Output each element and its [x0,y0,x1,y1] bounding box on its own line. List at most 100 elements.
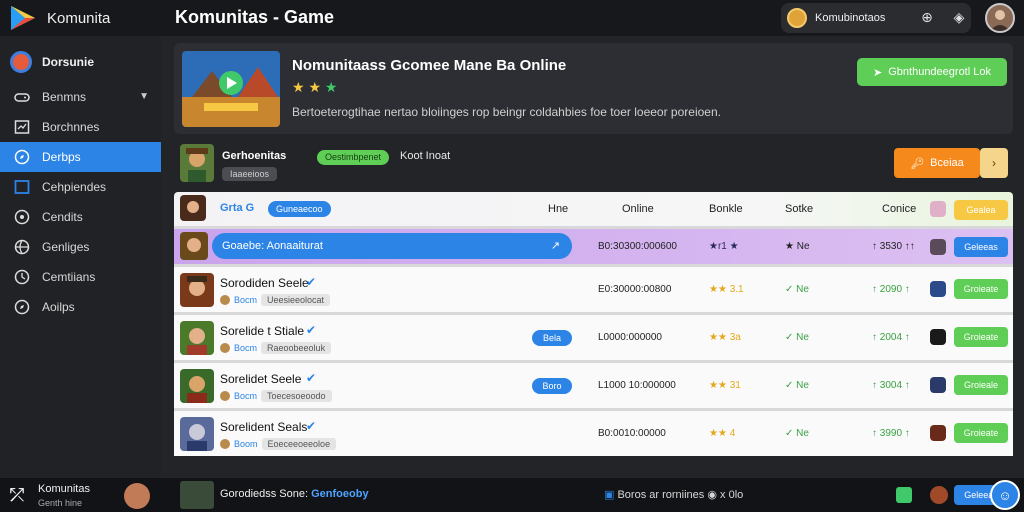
row-sub: Bocm [234,295,258,305]
avatar[interactable] [124,483,150,509]
column-header[interactable]: Conice [882,203,916,215]
row-time: B0:30300:000600 [598,241,677,252]
sidebar-item-derbps[interactable]: Derbps [0,142,161,172]
group-thumbnail[interactable] [180,144,214,182]
footer-brand-sub: Genth hine [38,498,83,508]
row-score: ↑ 3004 ↑ [872,380,910,391]
notification-icon[interactable]: ◈ [950,8,968,26]
app-root: Komunita Dorsunie Benmns ▼ Borchnnes Der… [0,0,1024,512]
character-icon [180,144,214,182]
join-community-button[interactable]: ➤ Gbnthundeegrotl Lok [857,58,1007,86]
row-meta: Bocm Ueesieeolocat [220,294,331,306]
game-title: Nomunitaass Gcomee Mane Ba Online [292,57,567,74]
table-row[interactable]: Sorelide t Stiale ✔ Bocm Raeoobeeoluk Be… [174,312,1013,360]
row-rating: ★★ 3.1 [709,284,744,295]
brand[interactable]: Komunita [0,0,161,36]
sidebar-user-name: Dorsunie [42,55,95,69]
row-badge[interactable]: Bela [532,330,572,346]
column-header[interactable]: Sotke [785,203,813,215]
group-action-button[interactable]: 🔑︎ Bceiaa [894,148,980,178]
table-row-featured[interactable]: Goaebe: Aonaaiturat ↗ B0:30300:000600 ★r… [174,226,1013,264]
compass-icon [14,299,30,315]
row-thumbnail [180,417,214,451]
chevron-right-button[interactable]: › [980,148,1008,178]
controller-icon: ◉ [707,489,717,501]
table-row[interactable]: Sorelidet Seele ✔ Bocm Toecesoeoodo Boro… [174,360,1013,408]
sidebar-item-aoilps[interactable]: Aoilps [0,292,161,322]
row-action-button[interactable]: Groieale [954,375,1008,395]
row-tag: Raeoobeeoluk [261,342,332,354]
row-name: Sorelidet Seele [220,372,302,386]
group-name: Gerhoenitas [222,150,287,162]
table-row[interactable]: Sorelident Seals ✔ Boom Eoeceeoeeoloe B0… [174,408,1013,456]
header-action-button[interactable]: Gealea [954,200,1008,220]
avatar [10,51,32,73]
star-icon: ★ [308,79,322,95]
sidebar-item-label: Cendits [42,210,83,224]
character-icon [180,273,214,307]
row-action-button[interactable]: Groieate [954,327,1008,347]
top-bar: Komunitas - Game Komubinotaos ⊕ ◈ [161,0,1024,36]
row-badge[interactable]: Boro [532,378,572,394]
row-score: ↑ 2090 ↑ [872,284,910,295]
column-header[interactable]: Hne [548,203,568,215]
sidebar-item-benmns[interactable]: Benmns ▼ [0,82,161,112]
character-icon [180,232,208,260]
community-group-bar: Gerhoenitas Oestimbpenet Koot Inoat Iaae… [174,140,1013,186]
avatar [930,201,946,217]
group-tag[interactable]: Oestimbpenet [317,150,390,165]
account-switcher[interactable]: Komubinotaos [781,3,971,33]
row-thumbnail [180,273,214,307]
row-time: B0:0010:00000 [598,428,666,439]
key-icon: 🔑︎ [910,157,925,170]
row-action-button[interactable]: Groieate [954,423,1008,443]
avatar [930,486,948,504]
row-action-button[interactable]: Groieate [954,279,1008,299]
account-name: Komubinotaos [815,12,886,24]
row-rating: ★★ 31 [709,380,741,391]
row-score: ↑ 3530 ↑↑ [872,241,915,252]
table-row[interactable]: Sorodiden Seele ✔ Bocm Ueesieeolocat E0:… [174,264,1013,312]
row-thumbnail [180,321,214,355]
row-action-button[interactable]: Geleeas [954,237,1008,257]
sidebar-item-cendits[interactable]: Cendits [0,202,161,232]
row-name: Goaebe: Aonaaiturat [222,240,323,252]
avatar [930,377,946,393]
globe-icon [14,239,30,255]
footer-game-thumbnail[interactable] [180,481,214,509]
chat-fab-icon[interactable]: ☺ [990,480,1020,510]
column-header[interactable]: Bonkle [709,203,743,215]
sidebar-item-label: Borchnnes [42,120,100,134]
check-square-icon[interactable] [896,487,912,503]
group-subtitle: Iaaeeioos [222,167,278,181]
featured-name-bar[interactable]: Goaebe: Aonaaiturat ↗ [212,233,572,259]
table-filter-tag[interactable]: Guneaecoo [268,201,331,217]
row-thumbnail [180,369,214,403]
profile-avatar[interactable] [985,3,1015,33]
square-icon [14,180,30,194]
character-icon [180,417,214,451]
sidebar: Komunita Dorsunie Benmns ▼ Borchnnes Der… [0,0,161,478]
avatar [787,8,807,28]
sidebar-item-borchnnes[interactable]: Borchnnes [0,112,161,142]
sidebar-item-label: Cemtiians [42,270,96,284]
footer-bar: ⤱ Komunitas Genth hine Gorodiedss Sone: … [0,478,1024,512]
row-thumbnail [180,232,208,260]
sidebar-item-genliges[interactable]: Genliges [0,232,161,262]
gamepad-icon [14,93,30,102]
tools-icon[interactable]: ⤱ [10,485,24,506]
sidebar-user[interactable]: Dorsunie [10,50,155,74]
footer-game[interactable]: Gorodiedss Sone: Genfoeoby [220,488,369,500]
row-sub: Boom [234,439,258,449]
game-thumbnail[interactable] [182,51,280,127]
main-content: Nomunitaass Gcomee Mane Ba Online ★ ★ ★ … [161,36,1024,478]
sidebar-item-cehpiendes[interactable]: Cehpiendes [0,172,161,202]
page-title: Komunitas - Game [175,7,335,27]
avatar [930,281,946,297]
verified-icon: ✔ [306,371,317,385]
gamepad-icon[interactable]: ⊕ [918,8,936,26]
star-icon: ★ [292,79,305,95]
sidebar-item-cemtiians[interactable]: Cemtiians [0,262,161,292]
verified-icon: ✔ [306,323,317,337]
column-header[interactable]: Online [622,203,654,215]
